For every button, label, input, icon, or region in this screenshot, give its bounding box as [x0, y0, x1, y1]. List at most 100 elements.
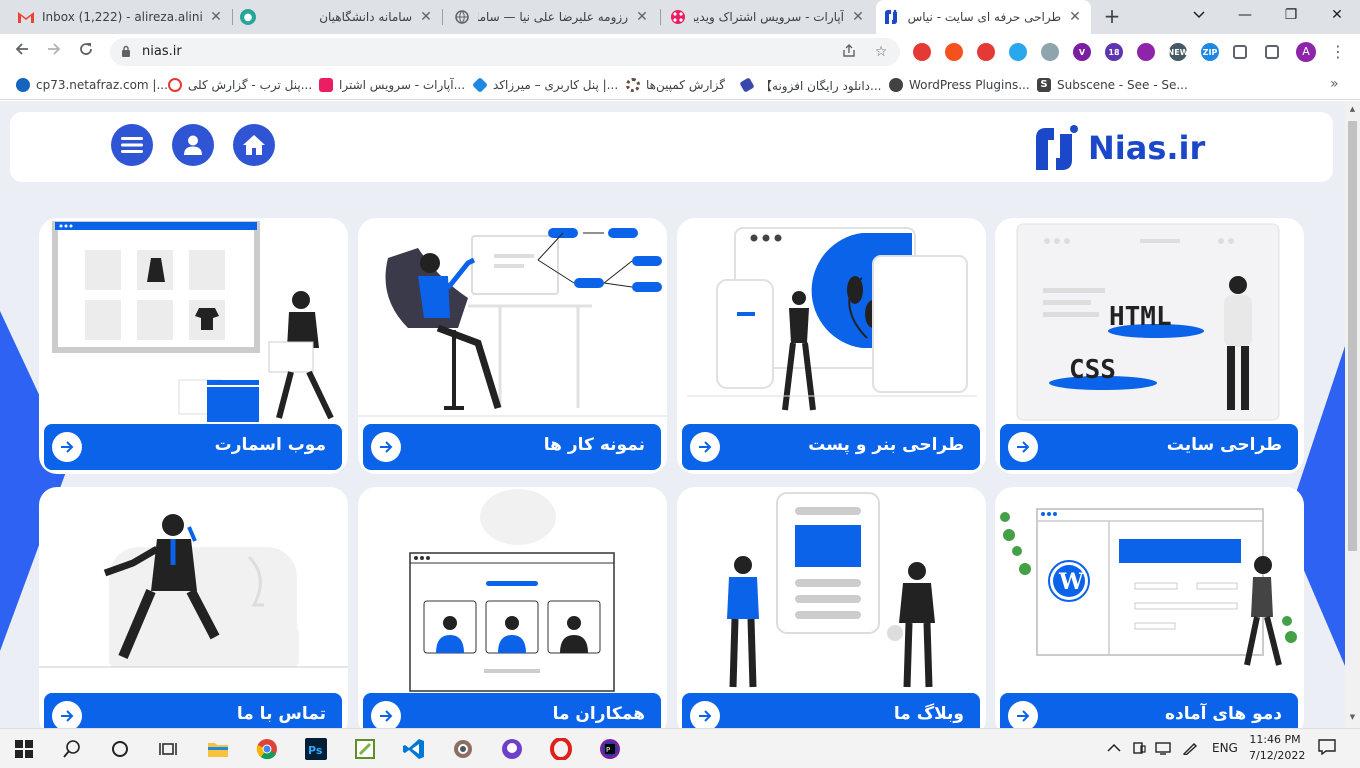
globe-icon — [454, 9, 470, 25]
card-label: وبلاگ ما — [893, 704, 964, 724]
account-button[interactable] — [172, 124, 214, 166]
orange-extension-icon[interactable] — [945, 43, 963, 61]
system-clock[interactable]: 11:46 PM 7/12/2022 — [1249, 732, 1305, 764]
gear-app-icon[interactable] — [451, 737, 475, 761]
card-button[interactable]: طراحی سایت — [1000, 424, 1298, 470]
close-icon[interactable]: ✕ — [418, 9, 434, 25]
card-web-design[interactable]: HTML CSS طراحی سایت — [995, 218, 1304, 474]
notification-icon[interactable] — [1318, 739, 1336, 758]
shield-extension-icon[interactable] — [1041, 43, 1059, 61]
card-button[interactable]: نمونه کار ها — [363, 424, 661, 470]
tag-extension-icon[interactable] — [1137, 43, 1155, 61]
tab-search-button[interactable] — [1176, 0, 1222, 30]
card-mob-smart[interactable]: موب اسمارت — [39, 218, 348, 474]
zip-extension-icon[interactable]: ZIP — [1201, 43, 1219, 61]
bookmark-item[interactable]: cp73.netafraz.com |... — [16, 76, 168, 94]
card-portfolio[interactable]: نمونه کار ها — [358, 218, 667, 474]
puzzle-extension-icon[interactable] — [1233, 45, 1247, 59]
bookmark-item[interactable]: گزارش کمپین‌ها — [626, 76, 725, 94]
scroll-up-icon[interactable]: ▲ — [1348, 105, 1357, 113]
language-indicator[interactable]: ENG — [1212, 741, 1238, 755]
bookmark-item[interactable]: پنل ترب - گزارش کلی... — [168, 76, 312, 94]
card-blog[interactable]: وبلاگ ما — [677, 487, 986, 728]
forward-button[interactable] — [42, 40, 66, 64]
bookmark-star-icon[interactable]: ☆ — [872, 43, 890, 61]
card-button[interactable]: طراحی بنر و پست — [682, 424, 980, 470]
close-icon[interactable]: ✕ — [208, 9, 224, 25]
chrome-icon[interactable] — [255, 737, 279, 761]
card-button[interactable]: موب اسمارت — [44, 424, 342, 470]
bookmark-item[interactable]: WordPress Plugins... — [889, 76, 1030, 94]
tab-resume[interactable]: رزومه علیرضا علی نیا — سامان ✕ — [446, 0, 658, 34]
telegram-extension-icon[interactable] — [1009, 43, 1027, 61]
card-banner-design[interactable]: طراحی بنر و پست — [677, 218, 986, 474]
tray-overflow-icon[interactable] — [1107, 741, 1121, 755]
close-icon[interactable]: ✕ — [634, 9, 650, 25]
windows-taskbar: Ps P ENG 11:46 PM 7/12/2022 — [0, 728, 1360, 768]
pen-icon[interactable] — [1182, 741, 1198, 758]
lock-icon[interactable] — [121, 45, 131, 57]
profile-avatar[interactable]: A — [1296, 42, 1316, 62]
menu-button[interactable] — [111, 124, 153, 166]
sidepanel-icon[interactable] — [1265, 45, 1279, 59]
photoshop-icon[interactable]: Ps — [304, 737, 328, 761]
card-button[interactable]: همکاران ما — [363, 693, 661, 728]
file-explorer-icon[interactable] — [206, 737, 230, 761]
site-logo[interactable]: Nias.ir — [1034, 124, 1205, 172]
phpstorm-icon[interactable]: P — [598, 737, 622, 761]
menu-kebab-icon[interactable]: ⋮ — [1330, 42, 1346, 61]
address-bar[interactable]: nias.ir ☆ — [110, 38, 900, 66]
logo-text: Nias.ir — [1088, 129, 1206, 167]
task-view-icon[interactable] — [156, 737, 180, 761]
v-extension-icon[interactable]: V — [1073, 43, 1091, 61]
opera-icon[interactable] — [549, 737, 573, 761]
tab-aparat[interactable]: آپارات - سرویس اشتراک ویدیو ✕ — [662, 0, 874, 34]
arrow-right-icon — [371, 432, 401, 462]
search-icon[interactable] — [60, 737, 84, 761]
upload-extension-icon[interactable] — [977, 43, 995, 61]
tab-nias-active[interactable]: طراحی حرفه ای سایت - نیاس ✕ — [876, 0, 1091, 34]
tab-gmail[interactable]: Inbox (1,222) - alireza.aliniya ✕ — [10, 0, 232, 34]
minimize-button[interactable]: — — [1222, 0, 1268, 30]
share-icon[interactable] — [840, 43, 858, 61]
bookmark-item[interactable]: 【دانلود رایگان افزونه... — [739, 76, 881, 94]
windows-start-icon[interactable] — [12, 737, 36, 761]
bookmark-item[interactable]: پنل کاربری – میرزاکد |... — [472, 76, 618, 94]
bookmark-item[interactable]: S Subscene - See - Se... — [1037, 76, 1188, 94]
bookmarks-overflow-icon[interactable]: » — [1330, 76, 1339, 92]
css-text: CSS — [1069, 355, 1116, 385]
close-icon[interactable]: ✕ — [850, 9, 866, 25]
close-icon[interactable]: ✕ — [1067, 9, 1083, 25]
school-extension-icon[interactable]: 18 — [1105, 43, 1123, 61]
user-icon — [184, 135, 202, 155]
page-scrollbar[interactable]: ▲ ▼ — [1345, 101, 1360, 728]
close-window-button[interactable]: ✕ — [1314, 0, 1360, 30]
bookmark-item[interactable]: آپارات - سرویس اشترا... — [319, 76, 465, 94]
cortana-icon[interactable] — [108, 737, 132, 761]
card-button[interactable]: دمو های آماده — [1000, 693, 1298, 728]
github-desktop-icon[interactable] — [500, 737, 524, 761]
arrow-right-icon — [371, 701, 401, 728]
notepad-plus-icon[interactable] — [353, 737, 377, 761]
vscode-icon[interactable] — [402, 737, 426, 761]
network-icon[interactable] — [1155, 741, 1171, 758]
card-team[interactable]: همکاران ما — [358, 487, 667, 728]
card-ready-demos[interactable]: W دمو های آماده — [995, 487, 1304, 728]
reload-button[interactable] — [74, 40, 98, 64]
restore-button[interactable]: ❐ — [1268, 0, 1314, 30]
new-extension-icon[interactable]: NEW — [1168, 43, 1189, 61]
arrow-right-icon — [52, 432, 82, 462]
tab-title: آپارات - سرویس اشتراک ویدیو — [694, 10, 844, 24]
tab-university[interactable]: ● سامانه دانشگاهیان ✕ — [232, 0, 442, 34]
card-button[interactable]: تماس با ما — [44, 693, 342, 728]
tab-title: سامانه دانشگاهیان — [319, 10, 412, 24]
new-tab-button[interactable]: + — [1101, 6, 1123, 28]
back-button[interactable] — [10, 40, 34, 64]
red-extension-icon[interactable] — [913, 43, 931, 61]
device-icon[interactable] — [1132, 741, 1146, 758]
scroll-down-icon[interactable]: ▼ — [1348, 713, 1357, 721]
card-contact[interactable]: تماس با ما — [39, 487, 348, 728]
scrollbar-thumb[interactable] — [1348, 121, 1357, 551]
home-button[interactable] — [233, 124, 275, 166]
card-button[interactable]: وبلاگ ما — [682, 693, 980, 728]
